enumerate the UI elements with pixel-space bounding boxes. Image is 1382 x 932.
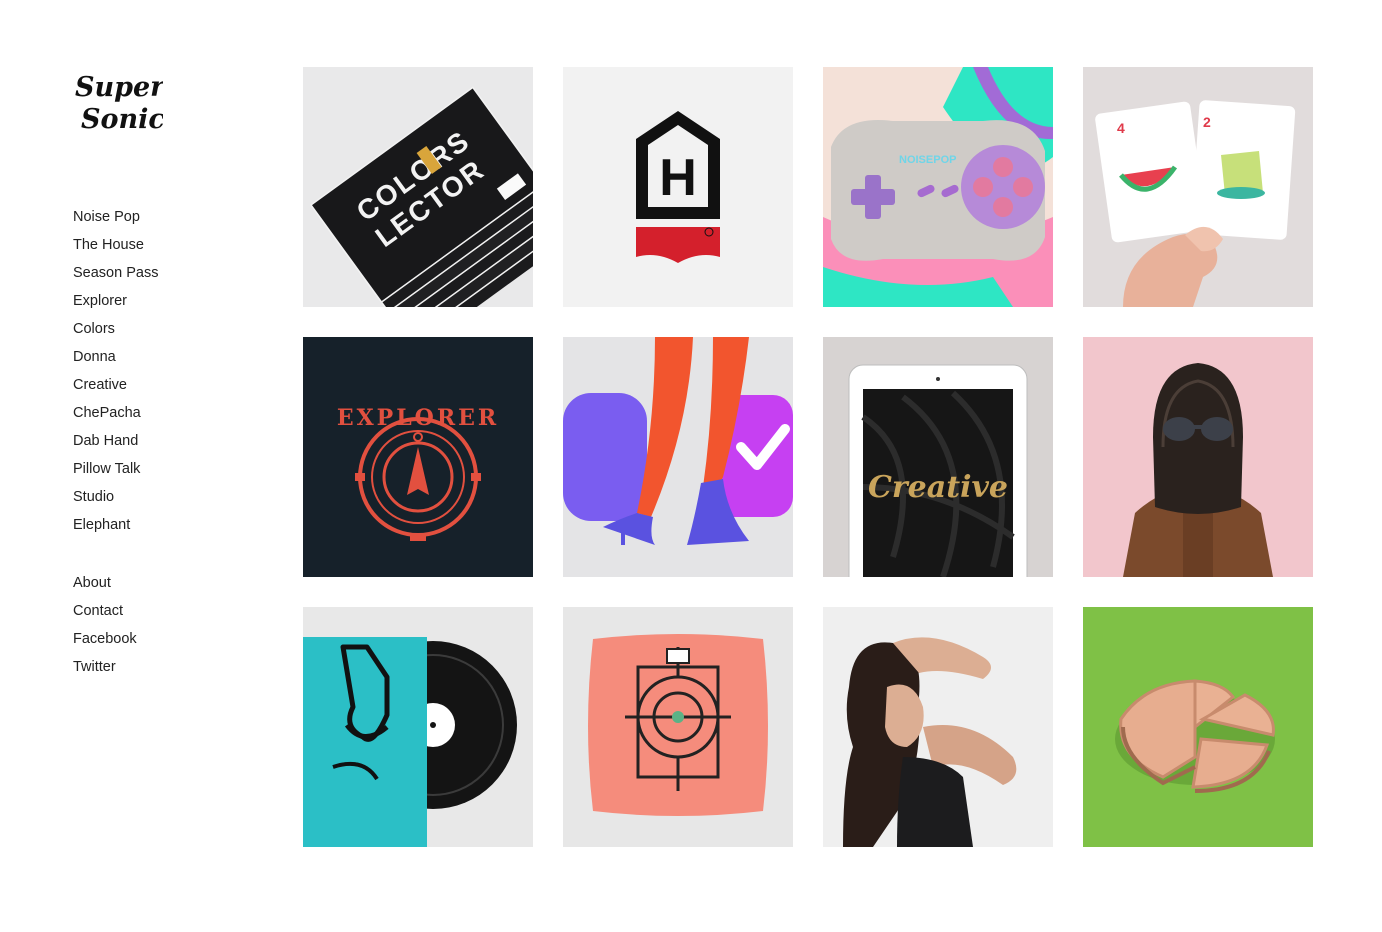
nav-item-facebook[interactable]: Facebook (73, 625, 137, 653)
project-tile-colors[interactable]: COLORS LECTOR (303, 67, 533, 307)
colors-magazine-image: COLORS LECTOR (303, 67, 533, 307)
svg-text:H: H (659, 149, 697, 207)
project-tile-noise-pop[interactable]: NOISEPOP (823, 67, 1053, 307)
nav-item-about[interactable]: About (73, 569, 137, 597)
nav-item-elephant[interactable]: Elephant (73, 511, 158, 539)
wooden-pie-image (1083, 607, 1313, 847)
nav-item-donna[interactable]: Donna (73, 343, 158, 371)
logo-line-2: Sonic (81, 104, 163, 135)
nav-item-pillow-talk[interactable]: Pillow Talk (73, 455, 158, 483)
project-tile-creative[interactable]: Creative (823, 337, 1053, 577)
woman-portrait-image (823, 607, 1053, 847)
nav-item-dab-hand[interactable]: Dab Hand (73, 427, 158, 455)
explorer-compass-image: EXPLORER (303, 337, 533, 577)
noisepop-gamepad-image: NOISEPOP (823, 67, 1053, 307)
project-tile-pillow-talk[interactable] (563, 607, 793, 847)
project-tile-season-pass[interactable]: 4 2 (1083, 67, 1313, 307)
project-nav: Noise Pop The House Season Pass Explorer… (73, 203, 158, 539)
nav-item-season-pass[interactable]: Season Pass (73, 259, 158, 287)
svg-text:NOISEPOP: NOISEPOP (899, 154, 956, 166)
svg-text:2: 2 (1203, 114, 1211, 130)
nav-item-contact[interactable]: Contact (73, 597, 137, 625)
project-grid: COLORS LECTOR H NOISEPOP 4 2 EXPLORER Cr… (303, 67, 1313, 847)
creative-tablet-image: Creative (823, 337, 1053, 577)
logo-line-1: Super (75, 72, 163, 103)
nav-item-explorer[interactable]: Explorer (73, 287, 158, 315)
nav-item-creative[interactable]: Creative (73, 371, 158, 399)
svg-text:4: 4 (1117, 120, 1125, 136)
project-tile-studio[interactable] (823, 607, 1053, 847)
nav-item-colors[interactable]: Colors (73, 315, 158, 343)
project-tile-dab-hand[interactable] (303, 607, 533, 847)
project-tile-donna[interactable] (563, 337, 793, 577)
svg-text:Creative: Creative (868, 470, 1008, 505)
project-tile-explorer[interactable]: EXPLORER (303, 337, 533, 577)
vinyl-record-image (303, 607, 533, 847)
nav-item-twitter[interactable]: Twitter (73, 653, 137, 681)
page-nav: About Contact Facebook Twitter (73, 569, 137, 681)
nav-item-noise-pop[interactable]: Noise Pop (73, 203, 158, 231)
nav-item-the-house[interactable]: The House (73, 231, 158, 259)
woman-sunglasses-image (1083, 337, 1313, 577)
nav-item-studio[interactable]: Studio (73, 483, 158, 511)
legs-heels-image (563, 337, 793, 577)
supersonic-logo[interactable]: Super Sonic (73, 66, 163, 142)
nav-item-chepacha[interactable]: ChePacha (73, 399, 158, 427)
coral-pillow-image (563, 607, 793, 847)
project-tile-elephant[interactable] (1083, 607, 1313, 847)
project-tile-the-house[interactable]: H (563, 67, 793, 307)
project-tile-chepacha[interactable] (1083, 337, 1313, 577)
sidebar: Super Sonic Noise Pop The House Season P… (73, 66, 263, 675)
playing-cards-image: 4 2 (1083, 67, 1313, 307)
the-house-logo-image: H (563, 67, 793, 307)
